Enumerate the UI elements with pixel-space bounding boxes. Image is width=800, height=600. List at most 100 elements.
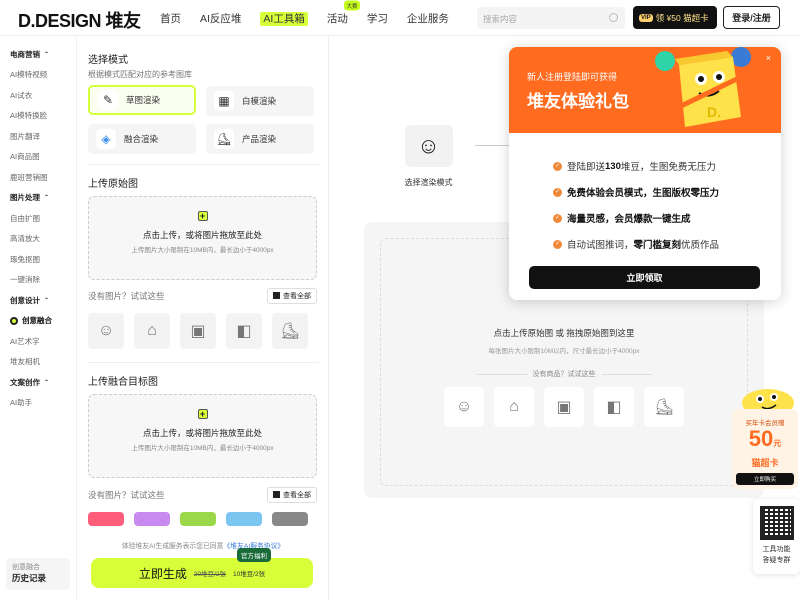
sample-box-sketch[interactable]: ◧ — [226, 313, 262, 349]
vip-coupon-button[interactable]: VIP 领 ¥50 猫超卡 — [633, 6, 717, 29]
mode-product-render[interactable]: ⛸ 产品渲染 — [206, 124, 314, 154]
try-label: 没有图片？试试这些 — [88, 291, 165, 301]
step-label: 选择渲染模式 — [404, 178, 453, 187]
upload-text: 点击上传，或将图片拖放至此处 — [142, 428, 262, 438]
agreement-text: 体验堆友AI生成服务表示您已同意《堆友AI服务协议》 — [121, 543, 285, 550]
search-icon[interactable] — [609, 13, 618, 22]
generate-button[interactable]: 官方福利 立即生成 20堆豆/2张 10堆豆/2张 — [91, 548, 313, 588]
vip-icon: VIP — [639, 13, 653, 22]
sidebar-group-creative-design[interactable]: 创意设计 ⌃ — [0, 290, 76, 311]
active-dot-icon — [10, 316, 18, 325]
fusion-sample-2[interactable] — [134, 512, 170, 526]
grid-icon — [273, 292, 280, 299]
fusion-sample-4[interactable] — [226, 512, 262, 526]
popup-subtitle: 新人注册登陆即可获得 — [527, 72, 618, 82]
support-qr-widget[interactable]: 工具功能 答疑专群 — [753, 499, 800, 574]
site-logo[interactable]: D.DESIGN 堆友 — [18, 7, 141, 33]
drop-try-label: 没有商品？试试这些 — [381, 369, 747, 379]
check-icon: ✓ — [553, 213, 562, 223]
sidebar-item-ai-assistant[interactable]: AI助手 — [0, 393, 76, 414]
newbie-gift-popup: 新人注册登陆即可获得 堆友体验礼包 D. × ✓ 登陆即送 130 堆豆，生图免费无压… — [509, 47, 781, 300]
sample-machine-sketch[interactable]: ▣ — [180, 313, 216, 349]
annual-card-promo[interactable]: 买年卡会员赠 50元 猫超卡 立即购买 — [728, 383, 800, 491]
benefit-item: ✓ 自动试图推词， 零门槛复刻 优质作品 — [553, 239, 720, 251]
sample-house-sketch[interactable]: ⌂ — [134, 313, 170, 349]
drop-title: 点击上传原始图 或 拖拽原始图到这里 — [493, 328, 635, 338]
sidebar-group-ecommerce[interactable]: 电商营销 ⌃ — [0, 44, 76, 65]
qr-code-icon — [759, 506, 794, 540]
main-sample-list: ☺ ⌂ ▣ ◧ ⛸ — [444, 387, 684, 427]
fusion-sample-1[interactable] — [88, 512, 124, 526]
benefit-item: ✓ 登陆即送 130 堆豆，生图免费无压力 — [553, 160, 716, 173]
login-button[interactable]: 登录/注册 — [723, 6, 780, 29]
upload-fusion-title: 上传融合目标图 — [88, 377, 158, 388]
sidebar-item-creative-fusion[interactable]: 创意融合 — [0, 311, 76, 332]
grid-icon — [273, 491, 280, 498]
history-button[interactable]: 创意融合 历史记录 — [6, 558, 70, 590]
search-placeholder: 搜索内容 — [483, 14, 518, 24]
view-all-button[interactable]: 查看全部 — [267, 487, 317, 503]
vip-label: 领 ¥50 猫超卡 — [655, 12, 709, 23]
sample-box-sketch[interactable]: ◧ — [594, 387, 634, 427]
sidebar-item-ai-product-image[interactable]: AI商品图 — [0, 147, 76, 168]
nav-enterprise[interactable]: 企业服务 — [407, 11, 449, 26]
nav-learn[interactable]: 学习 — [367, 11, 388, 26]
sample-machine-sketch[interactable]: ▣ — [544, 387, 584, 427]
fusion-sample-5[interactable] — [272, 512, 308, 526]
view-all-button[interactable]: 查看全部 — [267, 288, 317, 304]
divider — [88, 362, 319, 363]
history-title: 历史记录 — [12, 573, 47, 583]
sidebar-item-ai-model-video[interactable]: AI模特视频 — [0, 65, 76, 86]
main-nav: 首页 AI反应堆 AI工具箱 活动 大赛 学习 企业服务 — [160, 0, 468, 36]
mode-white-model-render[interactable]: ▦ 白模渲染 — [206, 86, 314, 116]
top-bar: D.DESIGN 堆友 首页 AI反应堆 AI工具箱 活动 大赛 学习 企业服务 … — [0, 0, 800, 36]
popup-header: 新人注册登陆即可获得 堆友体验礼包 D. × — [509, 47, 781, 133]
sidebar-item-image-translate[interactable]: 图片翻译 — [0, 126, 76, 147]
mode-fusion-render[interactable]: ◈ 融合渲染 — [88, 124, 196, 154]
chevron-up-icon: ⌃ — [44, 51, 50, 58]
sidebar-item-ai-art-text[interactable]: AI艺术字 — [0, 331, 76, 352]
close-icon[interactable]: × — [766, 53, 771, 63]
sidebar-group-image-processing[interactable]: 图片处理 ⌃ — [0, 188, 76, 209]
search-input[interactable]: 搜索内容 — [477, 7, 625, 29]
claim-now-button[interactable]: 立即领取 — [529, 266, 760, 289]
sample-shoe-sketch[interactable]: ⛸ — [644, 387, 684, 427]
upload-original-dropzone[interactable]: + 点击上传，或将图片拖放至此处 上传图片大小限制在10MB内，最长边小于400… — [88, 196, 317, 280]
sidebar-item-ai-tryon[interactable]: AI试衣 — [0, 85, 76, 106]
sidebar-group-copywriting[interactable]: 文案创作 ⌃ — [0, 372, 76, 393]
sample-shoe-sketch[interactable]: ⛸ — [272, 313, 308, 349]
nav-ai-toolbox[interactable]: AI工具箱 — [260, 11, 308, 26]
nav-ai-reactor[interactable]: AI反应堆 — [200, 11, 241, 26]
sidebar-item-outpaint[interactable]: 自由扩图 — [0, 208, 76, 229]
mode-title: 选择模式 — [88, 55, 128, 66]
chevron-up-icon: ⌃ — [44, 379, 50, 386]
sidebar-item-face-swap[interactable]: AI模特换脸 — [0, 106, 76, 127]
check-icon: ✓ — [553, 161, 562, 171]
gift-box-mascot-icon: D. — [655, 47, 751, 127]
check-icon: ✓ — [553, 239, 562, 249]
check-icon: ✓ — [553, 187, 562, 197]
sidebar-item-camera[interactable]: 堆友相机 — [0, 352, 76, 373]
upload-fusion-dropzone[interactable]: + 点击上传，或将图片拖放至此处 上传图片大小限制在10MB内，最长边小于400… — [88, 394, 317, 478]
mode-subtitle: 根据模式匹配对应的参考图库 — [88, 70, 192, 79]
benefit-item: ✓ 免费体验会员模式，生图版权零压力 — [553, 187, 720, 199]
sample-house-sketch[interactable]: ⌂ — [494, 387, 534, 427]
sidebar-item-erase[interactable]: 一键消除 — [0, 270, 76, 291]
benefit-list: ✓ 登陆即送 130 堆豆，生图免费无压力 ✓ 免费体验会员模式，生图版权零压力 ✓ 海量… — [553, 153, 719, 257]
sidebar-item-upscale[interactable]: 高清放大 — [0, 229, 76, 250]
sidebar-item-cutout[interactable]: 琢兔抠图 — [0, 249, 76, 270]
nav-activity[interactable]: 活动 大赛 — [327, 0, 360, 26]
fusion-sample-3[interactable] — [180, 512, 216, 526]
sample-girl-sketch[interactable]: ☺ — [444, 387, 484, 427]
mode-sketch-render[interactable]: ✎ 草图渲染 — [88, 85, 196, 115]
buy-now-button[interactable]: 立即购买 — [736, 473, 794, 485]
sidebar-item-luban-marketing[interactable]: 鹿班营销图 — [0, 167, 76, 188]
drop-hint: 每张图片大小限制10M以内，尺寸最长边小于4000px — [488, 348, 640, 355]
sketch-thumb-icon: ✎ — [98, 90, 118, 110]
nav-home[interactable]: 首页 — [160, 11, 181, 26]
sample-girl-sketch[interactable]: ☺ — [88, 313, 124, 349]
try-samples-row: 没有图片？试试这些 查看全部 — [88, 288, 317, 304]
try-samples-row: 没有图片？试试这些 查看全部 — [88, 487, 317, 503]
svg-text:D.: D. — [707, 104, 721, 120]
tool-sidebar: 电商营销 ⌃ AI模特视频 AI试衣 AI模特换脸 图片翻译 AI商品图 鹿班营销… — [0, 36, 77, 600]
